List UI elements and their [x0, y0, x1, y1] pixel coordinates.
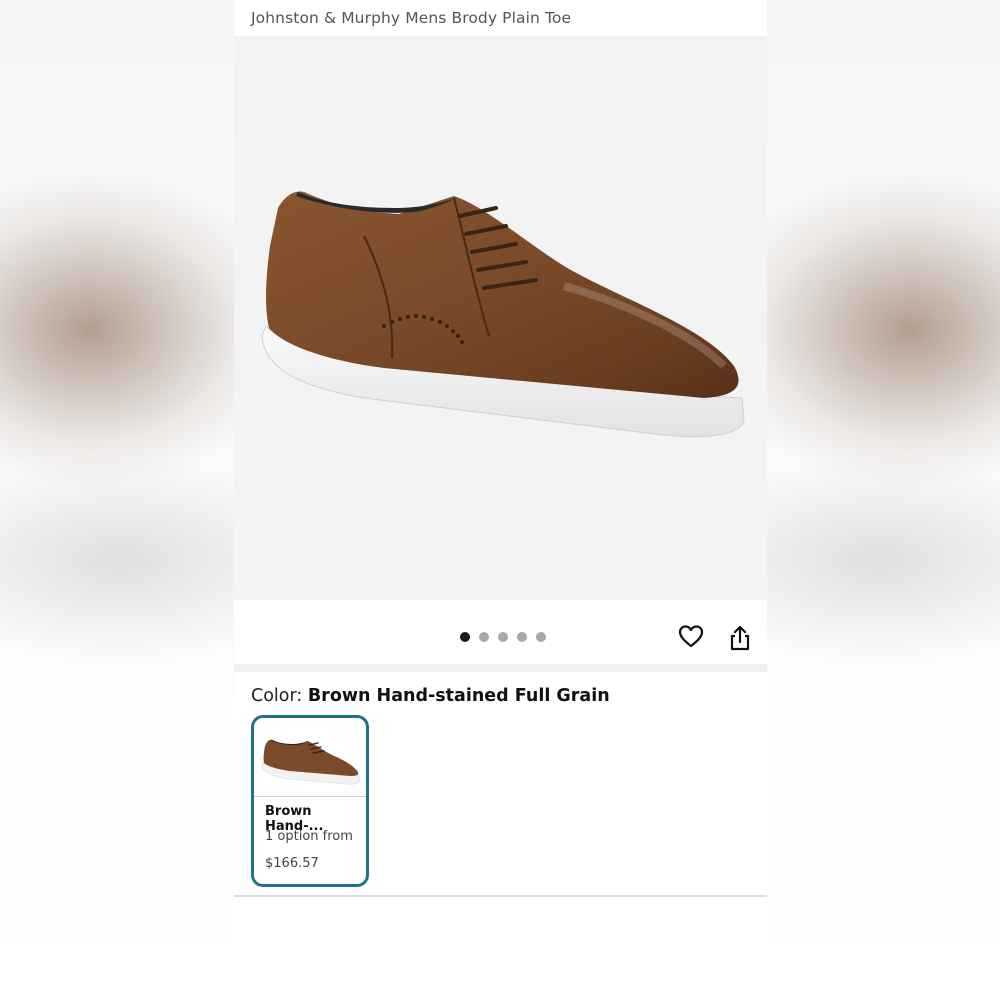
color-value: Brown Hand-stained Full Grain: [307, 686, 610, 706]
share-icon[interactable]: [729, 624, 751, 652]
color-label: Color:: [251, 686, 308, 706]
bottom-divider: [234, 895, 767, 897]
product-image-gallery[interactable]: [234, 36, 767, 600]
section-divider: [234, 664, 767, 672]
page-dot[interactable]: [479, 632, 489, 642]
product-title: Johnston & Murphy Mens Brody Plain Toe: [251, 9, 572, 27]
swatch-shoe-image: [261, 739, 361, 785]
product-image: [261, 191, 745, 438]
page-dot[interactable]: [536, 632, 546, 642]
swatch-divider: [254, 796, 366, 797]
heart-icon[interactable]: [678, 624, 704, 650]
page-dot-active[interactable]: [460, 632, 470, 642]
product-page: Johnston & Murphy Mens Brody Plain Toe C…: [234, 0, 767, 1000]
swatch-price: $166.57: [265, 856, 319, 871]
page-dot[interactable]: [498, 632, 508, 642]
page-dot[interactable]: [517, 632, 527, 642]
swatch-options-text: 1 option from: [265, 829, 353, 844]
color-swatch-card[interactable]: Brown Hand-... 1 option from $166.57: [251, 715, 369, 887]
gallery-pagination[interactable]: [460, 632, 546, 642]
color-label-row: Color: Brown Hand-stained Full Grain: [251, 686, 610, 706]
